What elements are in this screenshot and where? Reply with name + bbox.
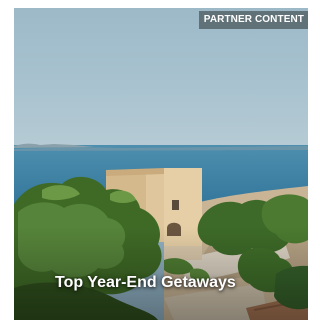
article-title[interactable]: Top Year-End Getaways xyxy=(55,273,236,293)
article-card[interactable]: PARTNER CONTENT Top Year-End Getaways xyxy=(14,8,308,320)
partner-content-badge: PARTNER CONTENT xyxy=(198,11,308,29)
